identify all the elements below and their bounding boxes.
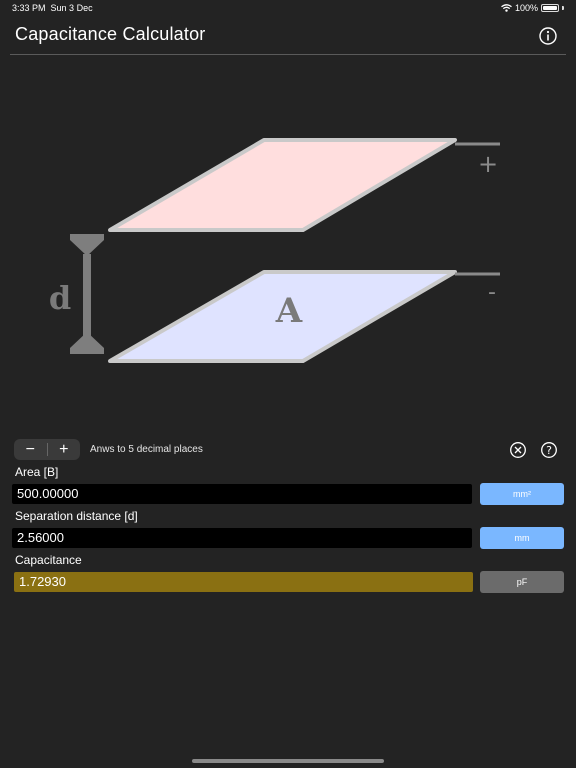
top-plate (108, 138, 457, 232)
page-title: Capacitance Calculator (15, 24, 206, 44)
help-icon[interactable]: ? (540, 441, 558, 459)
increment-button[interactable]: + (48, 439, 81, 460)
status-right: 100% (501, 3, 564, 13)
status-time-date: 3:33 PM Sun 3 Dec (12, 3, 93, 13)
battery-percent: 100% (514, 3, 538, 13)
area-input[interactable]: 500.00000 (12, 484, 472, 504)
capacitance-result: 1.72930 (14, 572, 473, 592)
wifi-icon (501, 4, 512, 12)
decrement-button[interactable]: − (14, 439, 47, 460)
distance-unit-button[interactable]: mm (480, 527, 564, 549)
precision-stepper[interactable]: − + (14, 439, 80, 460)
distance-label-text: Separation distance [d] (15, 509, 138, 523)
svg-text:?: ? (546, 444, 552, 457)
info-icon[interactable] (538, 26, 558, 46)
capacitor-diagram: + - A d (49, 138, 500, 363)
clear-icon[interactable] (509, 441, 527, 459)
home-indicator[interactable] (192, 759, 384, 763)
battery-icon (541, 4, 559, 12)
distance-input[interactable]: 2.56000 (12, 528, 472, 548)
distance-label: d (49, 279, 71, 317)
capacitance-unit-button[interactable]: pF (480, 571, 564, 593)
capacitance-label-text: Capacitance (15, 553, 82, 567)
bottom-sign: - (488, 280, 496, 305)
header-divider (10, 54, 566, 55)
area-label-text: Area [B] (15, 465, 59, 479)
top-sign: + (478, 150, 498, 178)
status-bar: 3:33 PM Sun 3 Dec 100% (0, 0, 576, 16)
precision-text: Anws to 5 decimal places (90, 444, 203, 455)
area-label: A (275, 291, 303, 331)
area-unit-button[interactable]: mm² (480, 483, 564, 505)
